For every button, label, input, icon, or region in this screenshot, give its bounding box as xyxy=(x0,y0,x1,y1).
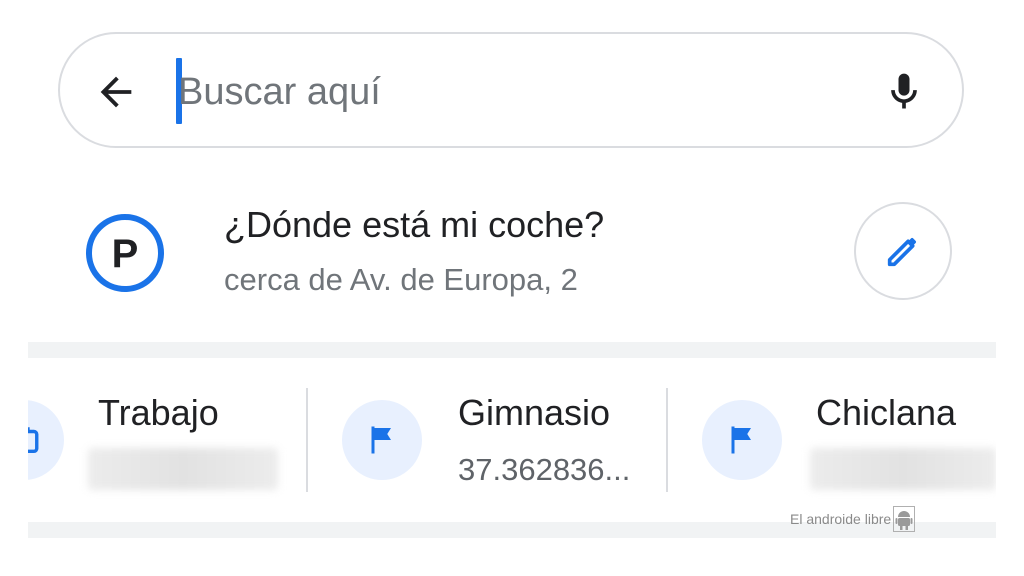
back-button[interactable] xyxy=(90,66,142,118)
place-coordinates: 37.362836... xyxy=(458,452,631,487)
android-logo-icon xyxy=(893,506,916,532)
parking-icon: P xyxy=(86,214,164,292)
place-icon-bg xyxy=(342,400,422,480)
place-name: Trabajo xyxy=(98,392,219,433)
voice-search-button[interactable] xyxy=(876,64,932,120)
watermark: El androide libre xyxy=(790,506,916,532)
svg-text:P: P xyxy=(112,232,139,276)
edit-parking-button[interactable] xyxy=(854,202,952,300)
place-name: Gimnasio xyxy=(458,392,611,433)
search-bar xyxy=(58,32,964,148)
briefcase-icon xyxy=(28,427,39,454)
flag-icon xyxy=(731,426,751,454)
search-input[interactable] xyxy=(178,56,878,128)
parking-location-row[interactable]: P ¿Dónde está mi coche? cerca de Av. de … xyxy=(0,190,1024,320)
pencil-icon xyxy=(887,237,917,267)
place-item-trabajo[interactable]: Trabajo xyxy=(28,358,308,522)
saved-places-row: Trabajo Gimnasio 37.362836... Chiclana xyxy=(28,358,996,522)
microphone-icon xyxy=(891,73,917,109)
maps-search-screen: P ¿Dónde está mi coche? cerca de Av. de … xyxy=(0,0,1024,576)
watermark-text: El androide libre xyxy=(790,511,892,527)
parking-address: cerca de Av. de Europa, 2 xyxy=(224,262,578,297)
section-divider xyxy=(28,342,996,358)
place-item-gimnasio[interactable]: Gimnasio 37.362836... xyxy=(308,358,668,522)
flag-icon xyxy=(371,426,391,454)
arrow-left-icon xyxy=(100,76,132,108)
parking-title: ¿Dónde está mi coche? xyxy=(224,204,605,245)
blurred-address xyxy=(810,448,996,490)
blurred-address xyxy=(88,448,278,490)
place-item-chiclana[interactable]: Chiclana xyxy=(668,358,996,522)
place-icon-bg xyxy=(702,400,782,480)
place-icon-bg xyxy=(28,400,64,480)
place-name: Chiclana xyxy=(816,392,957,433)
